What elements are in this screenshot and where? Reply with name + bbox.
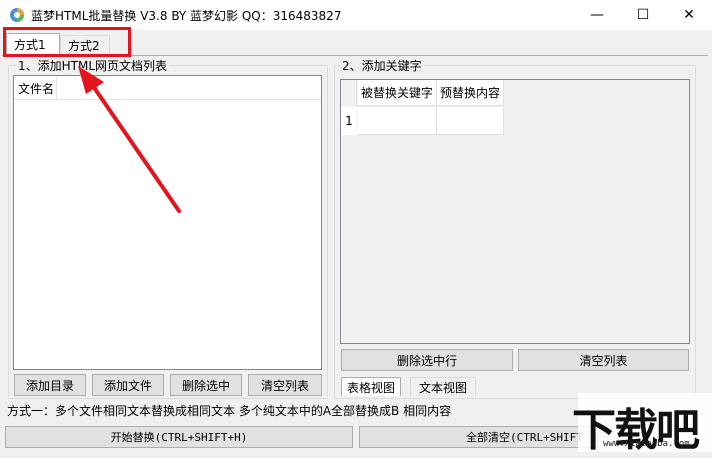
annotation-arrow xyxy=(78,66,181,213)
watermark-url: www.xiazaiba.com xyxy=(603,439,690,449)
